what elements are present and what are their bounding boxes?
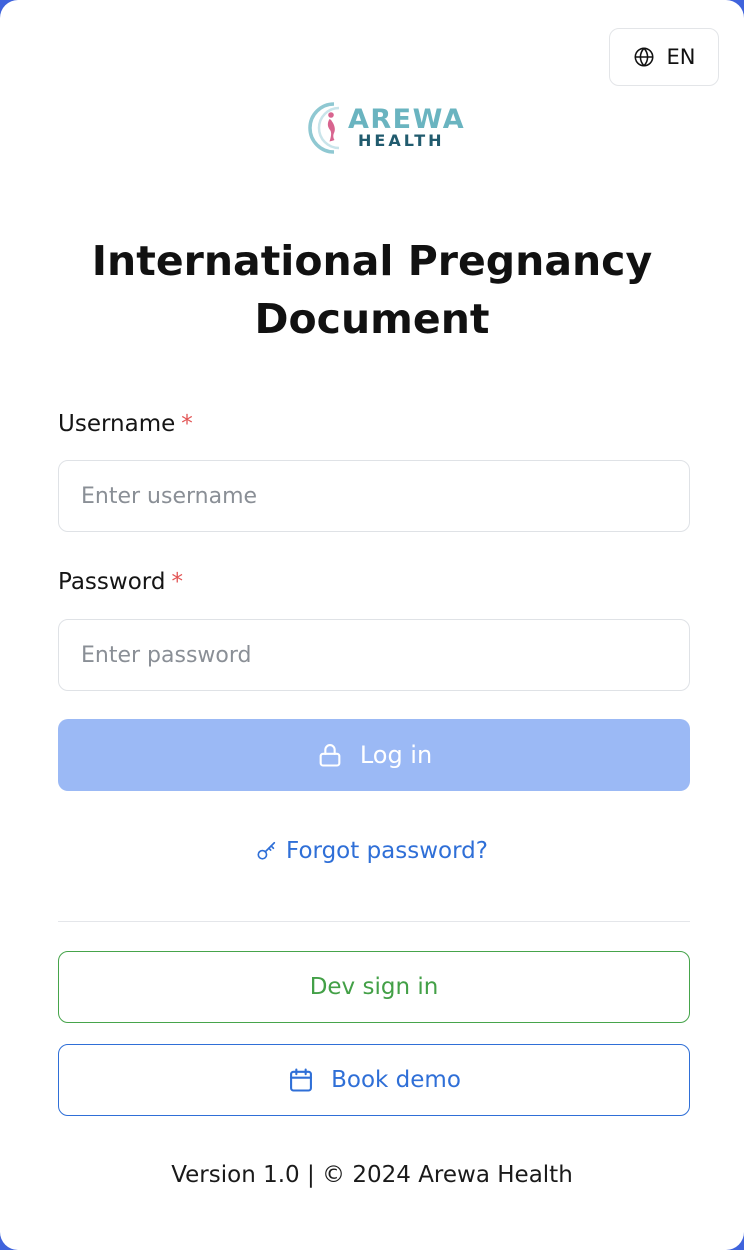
divider <box>58 921 690 922</box>
key-icon <box>256 840 278 862</box>
dev-sign-in-button[interactable]: Dev sign in <box>58 951 690 1023</box>
page-title: International Pregnancy Document <box>0 232 744 348</box>
forgot-password-link[interactable]: Forgot password? <box>0 838 744 864</box>
forgot-password-label: Forgot password? <box>286 838 488 864</box>
password-input[interactable] <box>58 619 690 691</box>
username-label-text: Username <box>58 411 176 437</box>
page-title-line2: Document <box>254 295 490 343</box>
username-label: Username * <box>58 411 193 437</box>
password-label: Password * <box>58 569 183 595</box>
login-button-label: Log in <box>359 741 433 769</box>
book-demo-label: Book demo <box>331 1067 461 1093</box>
page-title-line1: International Pregnancy <box>91 237 653 285</box>
dev-sign-in-label: Dev sign in <box>309 974 439 1000</box>
logo-text-health: HEALTH <box>358 131 445 150</box>
arewa-health-logo: AREWA HEALTH <box>300 98 464 158</box>
language-code: EN <box>666 45 696 69</box>
calendar-icon <box>287 1066 315 1094</box>
login-button[interactable]: Log in <box>58 719 690 791</box>
password-required-marker: * <box>171 569 183 595</box>
username-required-marker: * <box>181 411 193 437</box>
login-card: EN AREWA HEALTH International Pregnancy … <box>0 0 744 1250</box>
username-input[interactable] <box>58 460 690 532</box>
book-demo-button[interactable]: Book demo <box>58 1044 690 1116</box>
password-label-text: Password <box>58 569 166 595</box>
lock-icon <box>316 741 344 769</box>
footer-version: Version 1.0 | © 2024 Arewa Health <box>171 1162 573 1188</box>
language-selector[interactable]: EN <box>609 28 719 86</box>
globe-icon <box>633 46 655 68</box>
